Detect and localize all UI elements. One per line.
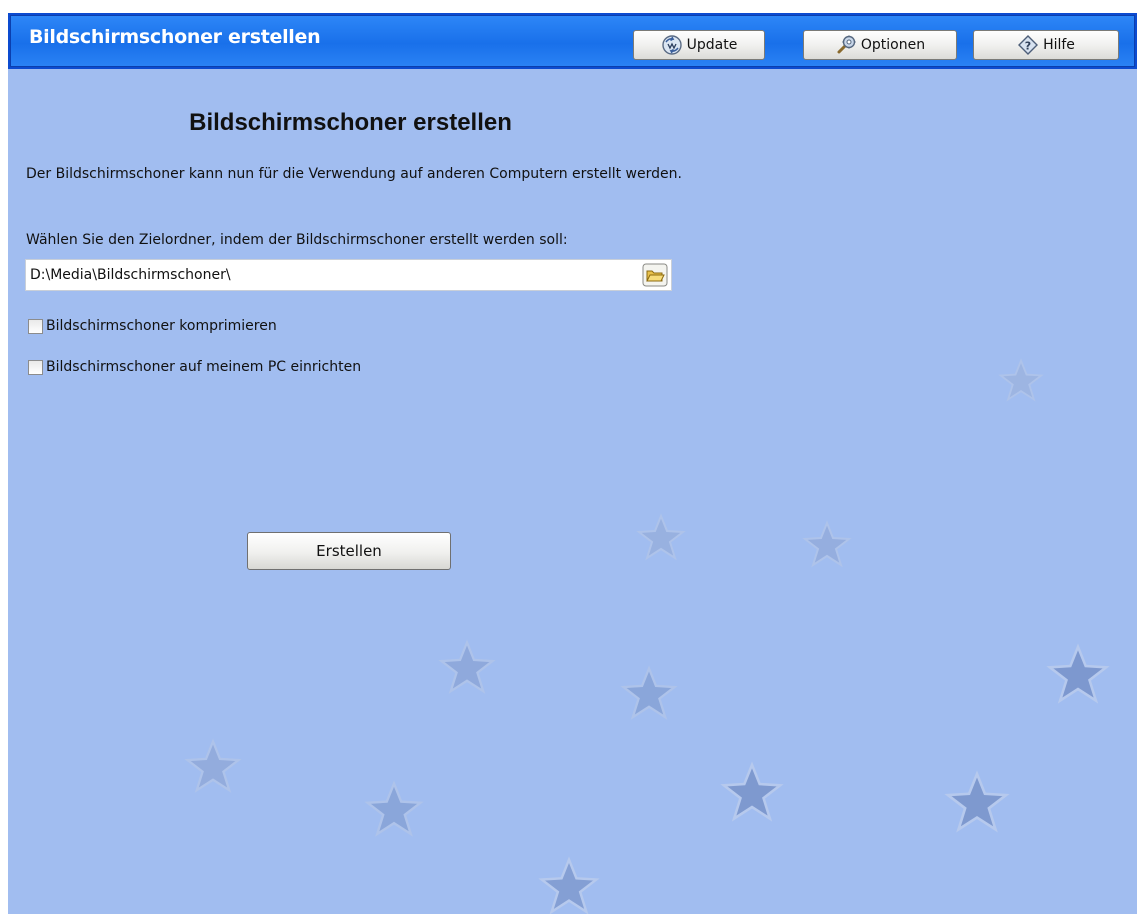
star-decoration-icon (636, 513, 686, 561)
help-label: Hilfe (1043, 37, 1075, 53)
browse-folder-button[interactable] (642, 263, 668, 287)
compress-option[interactable]: Bildschirmschoner komprimieren (28, 316, 277, 336)
update-icon (661, 34, 683, 56)
star-decoration-icon (944, 770, 1010, 833)
options-icon (835, 34, 857, 56)
svg-text:?: ? (1025, 40, 1031, 53)
options-label: Optionen (860, 37, 926, 53)
star-decoration-icon (364, 780, 424, 837)
help-button[interactable]: ? Hilfe (973, 30, 1119, 60)
title-bar-inner: Bildschirmschoner erstellen Update Optio… (10, 15, 1135, 67)
star-decoration-icon (802, 520, 852, 568)
title-bar: Bildschirmschoner erstellen Update Optio… (8, 13, 1137, 69)
folder-label: Wählen Sie den Zielordner, indem der Bil… (26, 232, 568, 248)
folder-open-icon (642, 263, 668, 287)
star-decoration-icon (720, 761, 784, 822)
compress-label[interactable]: Bildschirmschoner komprimieren (46, 318, 277, 334)
install-option[interactable]: Bildschirmschoner auf meinem PC einricht… (28, 357, 361, 377)
install-checkbox[interactable] (28, 359, 43, 375)
star-decoration-icon (620, 665, 678, 720)
description-text: Der Bildschirmschoner kann nun für die V… (26, 166, 682, 182)
compress-checkbox[interactable] (28, 318, 43, 334)
install-label[interactable]: Bildschirmschoner auf meinem PC einricht… (46, 359, 361, 375)
update-label: Update (686, 37, 738, 53)
star-decoration-icon (538, 856, 600, 914)
star-decoration-icon (1046, 643, 1110, 704)
star-decoration-icon (998, 358, 1044, 402)
star-decoration-icon (184, 738, 242, 793)
folder-path-input[interactable] (28, 262, 632, 288)
help-icon: ? (1017, 34, 1039, 56)
options-button[interactable]: Optionen (803, 30, 957, 60)
update-button[interactable]: Update (633, 30, 765, 60)
star-decoration-icon (438, 639, 496, 694)
create-button[interactable]: Erstellen (247, 532, 451, 570)
folder-field (25, 259, 672, 291)
page-heading: Bildschirmschoner erstellen (189, 109, 512, 136)
app-title: Bildschirmschoner erstellen (29, 26, 321, 48)
app-window: Bildschirmschoner erstellen Update Optio… (8, 13, 1137, 914)
